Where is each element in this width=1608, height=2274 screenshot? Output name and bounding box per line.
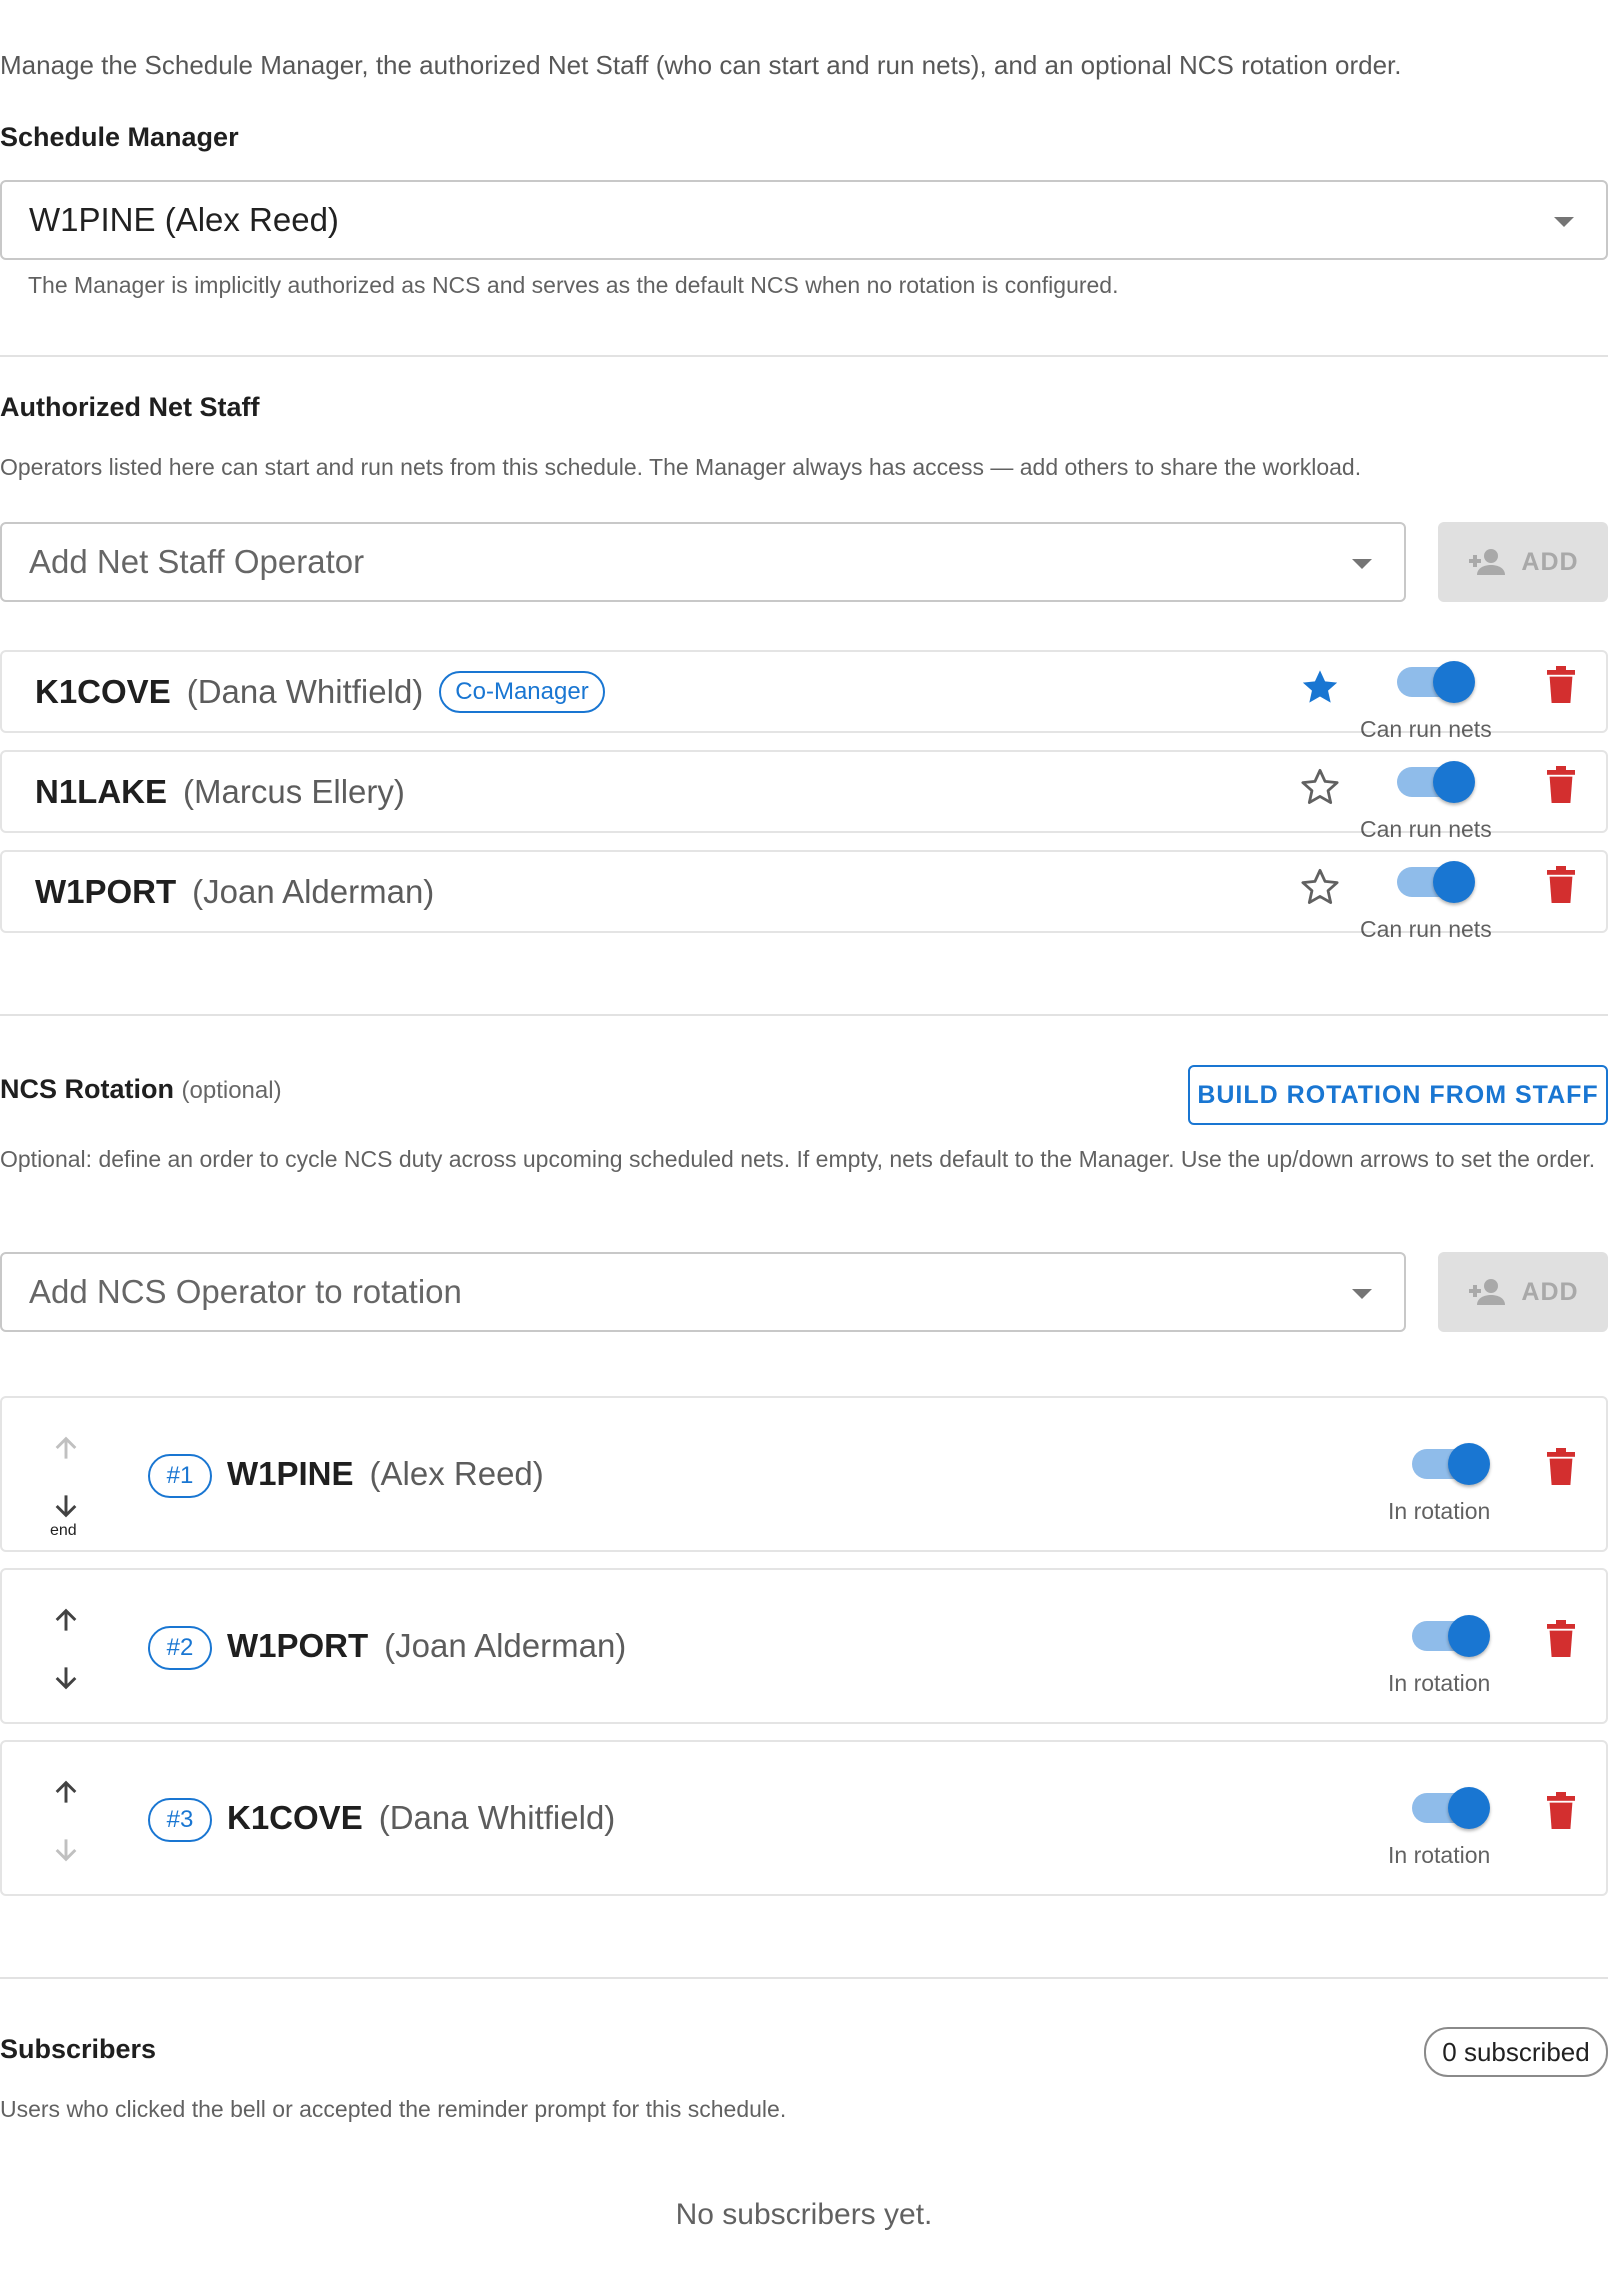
build-rotation-button[interactable]: BUILD ROTATION FROM STAFF	[1188, 1065, 1608, 1125]
arrow-up-icon[interactable]	[50, 1604, 82, 1636]
can-run-toggle[interactable]	[1397, 860, 1477, 904]
staff-name: (Joan Alderman)	[192, 872, 435, 910]
in-rotation-label: In rotation	[1388, 1670, 1491, 1696]
rotation-position-badge: #3	[148, 1798, 212, 1842]
in-rotation-toggle[interactable]	[1412, 1786, 1492, 1830]
person-add-icon	[1467, 547, 1507, 577]
in-rotation-label: In rotation	[1388, 1842, 1491, 1868]
staff-add-placeholder: Add Net Staff Operator	[29, 543, 365, 580]
rotation-callsign: W1PINE	[227, 1455, 354, 1492]
schedule-settings-page: Manage the Schedule Manager, the authori…	[0, 0, 1608, 2274]
trash-icon[interactable]	[1545, 1792, 1577, 1830]
rotation-add-select[interactable]: Add NCS Operator to rotation	[0, 1252, 1406, 1332]
rotation-position-badge: #2	[148, 1626, 212, 1670]
manager-helper-text: The Manager is implicitly authorized as …	[28, 272, 1119, 298]
star-outline-icon[interactable]	[1299, 766, 1341, 808]
staff-description: Operators listed here can start and run …	[0, 454, 1362, 480]
rotation-name: (Dana Whitfield)	[378, 1799, 616, 1836]
rotation-title: NCS Rotation	[0, 1074, 174, 1104]
rotation-row: end #1 W1PINE (Alex Reed) In rotation	[0, 1396, 1608, 1552]
section-divider	[0, 1014, 1608, 1016]
rotation-callsign: W1PORT	[227, 1627, 369, 1664]
staff-callsign: N1LAKE	[35, 772, 168, 810]
rotation-section-title: NCS Rotation (optional)	[0, 1074, 282, 1105]
rotation-name: (Joan Alderman)	[384, 1627, 627, 1664]
rotation-subtitle: (optional)	[181, 1077, 282, 1104]
staff-name: (Dana Whitfield)	[186, 672, 424, 710]
can-run-label: Can run nets	[1360, 716, 1492, 742]
arrow-down-icon[interactable]	[50, 1662, 82, 1694]
staff-row: W1PORT (Joan Alderman) Can run nets	[0, 850, 1608, 942]
co-manager-badge: Co-Manager	[439, 670, 605, 713]
in-rotation-toggle[interactable]	[1412, 1614, 1492, 1658]
staff-callsign: K1COVE	[35, 672, 171, 710]
arrow-down-icon[interactable]	[50, 1834, 82, 1866]
subscribers-description: Users who clicked the bell or accepted t…	[0, 2096, 787, 2122]
rotation-callsign: K1COVE	[227, 1799, 363, 1836]
caret-down-icon	[1352, 1289, 1372, 1299]
section-divider	[0, 1977, 1608, 1979]
staff-section-title: Authorized Net Staff	[0, 392, 260, 422]
trash-icon[interactable]	[1545, 1448, 1577, 1486]
subscriber-count-badge: 0 subscribed	[1424, 2027, 1608, 2077]
staff-add-label: ADD	[1521, 547, 1579, 576]
staff-row: K1COVE (Dana Whitfield) Co-Manager Can r…	[0, 650, 1608, 742]
rotation-description: Optional: define an order to cycle NCS d…	[0, 1146, 1596, 1172]
can-run-label: Can run nets	[1360, 816, 1492, 842]
subscribers-section-title: Subscribers	[0, 2034, 157, 2064]
caret-down-icon	[1352, 559, 1372, 569]
subscribers-empty-state: No subscribers yet.	[675, 2198, 933, 2231]
section-divider	[0, 355, 1608, 357]
in-rotation-label: In rotation	[1388, 1498, 1491, 1524]
rotation-add-placeholder: Add NCS Operator to rotation	[29, 1273, 462, 1310]
rotation-add-button[interactable]: ADD	[1438, 1252, 1608, 1332]
can-run-label: Can run nets	[1360, 916, 1492, 942]
staff-name: (Marcus Ellery)	[183, 772, 405, 810]
staff-row: N1LAKE (Marcus Ellery) Can run nets	[0, 750, 1608, 842]
star-outline-icon[interactable]	[1299, 866, 1341, 908]
staff-add-select[interactable]: Add Net Staff Operator	[0, 522, 1406, 602]
caret-down-icon	[1554, 217, 1574, 227]
trash-icon[interactable]	[1545, 1620, 1577, 1658]
manager-select-value: W1PINE (Alex Reed)	[29, 201, 339, 238]
rotation-position-badge: #1	[148, 1454, 212, 1498]
manager-section-title: Schedule Manager	[0, 122, 239, 152]
intro-text: Manage the Schedule Manager, the authori…	[0, 50, 1402, 80]
arrow-down-icon[interactable]: end	[50, 1490, 82, 1540]
staff-callsign: W1PORT	[35, 872, 177, 910]
arrow-up-icon[interactable]	[50, 1776, 82, 1808]
arrow-up-icon[interactable]	[50, 1432, 82, 1464]
rotation-row: #3 K1COVE (Dana Whitfield) In rotation	[0, 1740, 1608, 1896]
in-rotation-toggle[interactable]	[1412, 1442, 1492, 1486]
person-add-icon	[1467, 1277, 1507, 1307]
rotation-row: #2 W1PORT (Joan Alderman) In rotation	[0, 1568, 1608, 1724]
star-icon[interactable]	[1299, 666, 1341, 708]
trash-icon[interactable]	[1545, 766, 1577, 804]
trash-icon[interactable]	[1545, 666, 1577, 704]
can-run-toggle[interactable]	[1397, 660, 1477, 704]
rotation-name: (Alex Reed)	[369, 1455, 544, 1492]
manager-select[interactable]: W1PINE (Alex Reed)	[0, 180, 1608, 260]
can-run-toggle[interactable]	[1397, 760, 1477, 804]
rotation-add-label: ADD	[1521, 1277, 1579, 1306]
staff-add-button[interactable]: ADD	[1438, 522, 1608, 602]
trash-icon[interactable]	[1545, 866, 1577, 904]
